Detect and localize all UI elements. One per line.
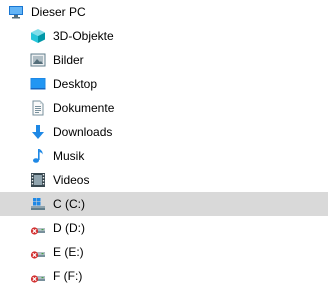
- pictures-icon: [30, 52, 46, 68]
- navigation-tree: Dieser PC 3D-Objekte Bilder Desktop Doku…: [0, 0, 328, 294]
- tree-item-label: D (D:): [53, 221, 85, 235]
- music-icon: [30, 148, 46, 164]
- tree-item-c-drive[interactable]: C (C:): [0, 192, 328, 216]
- tree-item-label: F (F:): [53, 269, 83, 283]
- tree-item-label: Videos: [53, 173, 90, 187]
- downloads-icon: [30, 124, 46, 140]
- documents-icon: [30, 100, 46, 116]
- tree-item-e-drive[interactable]: E (E:): [0, 240, 328, 264]
- videos-icon: [30, 172, 46, 188]
- tree-item-dieser-pc[interactable]: Dieser PC: [0, 0, 328, 24]
- tree-item-bilder[interactable]: Bilder: [0, 48, 328, 72]
- tree-item-label: Dieser PC: [31, 5, 86, 19]
- tree-item-videos[interactable]: Videos: [0, 168, 328, 192]
- computer-icon: [8, 4, 24, 20]
- disconnected-network-drive-icon: [30, 244, 46, 260]
- disconnected-network-drive-icon: [30, 220, 46, 236]
- tree-item-3d-objekte[interactable]: 3D-Objekte: [0, 24, 328, 48]
- windows-drive-icon: [30, 196, 46, 212]
- tree-item-f-drive[interactable]: F (F:): [0, 264, 328, 288]
- tree-item-label: 3D-Objekte: [53, 29, 114, 43]
- tree-item-label: C (C:): [53, 197, 85, 211]
- 3d-objects-icon: [30, 28, 46, 44]
- tree-item-label: Downloads: [53, 125, 113, 139]
- tree-item-label: Musik: [53, 149, 85, 163]
- tree-item-desktop[interactable]: Desktop: [0, 72, 328, 96]
- tree-item-label: E (E:): [53, 245, 84, 259]
- tree-item-musik[interactable]: Musik: [0, 144, 328, 168]
- tree-item-label: Bilder: [53, 53, 84, 67]
- tree-item-downloads[interactable]: Downloads: [0, 120, 328, 144]
- tree-item-d-drive[interactable]: D (D:): [0, 216, 328, 240]
- disconnected-network-drive-icon: [30, 268, 46, 284]
- desktop-icon: [30, 76, 46, 92]
- tree-item-label: Dokumente: [53, 101, 115, 115]
- tree-item-dokumente[interactable]: Dokumente: [0, 96, 328, 120]
- tree-item-label: Desktop: [53, 77, 98, 91]
